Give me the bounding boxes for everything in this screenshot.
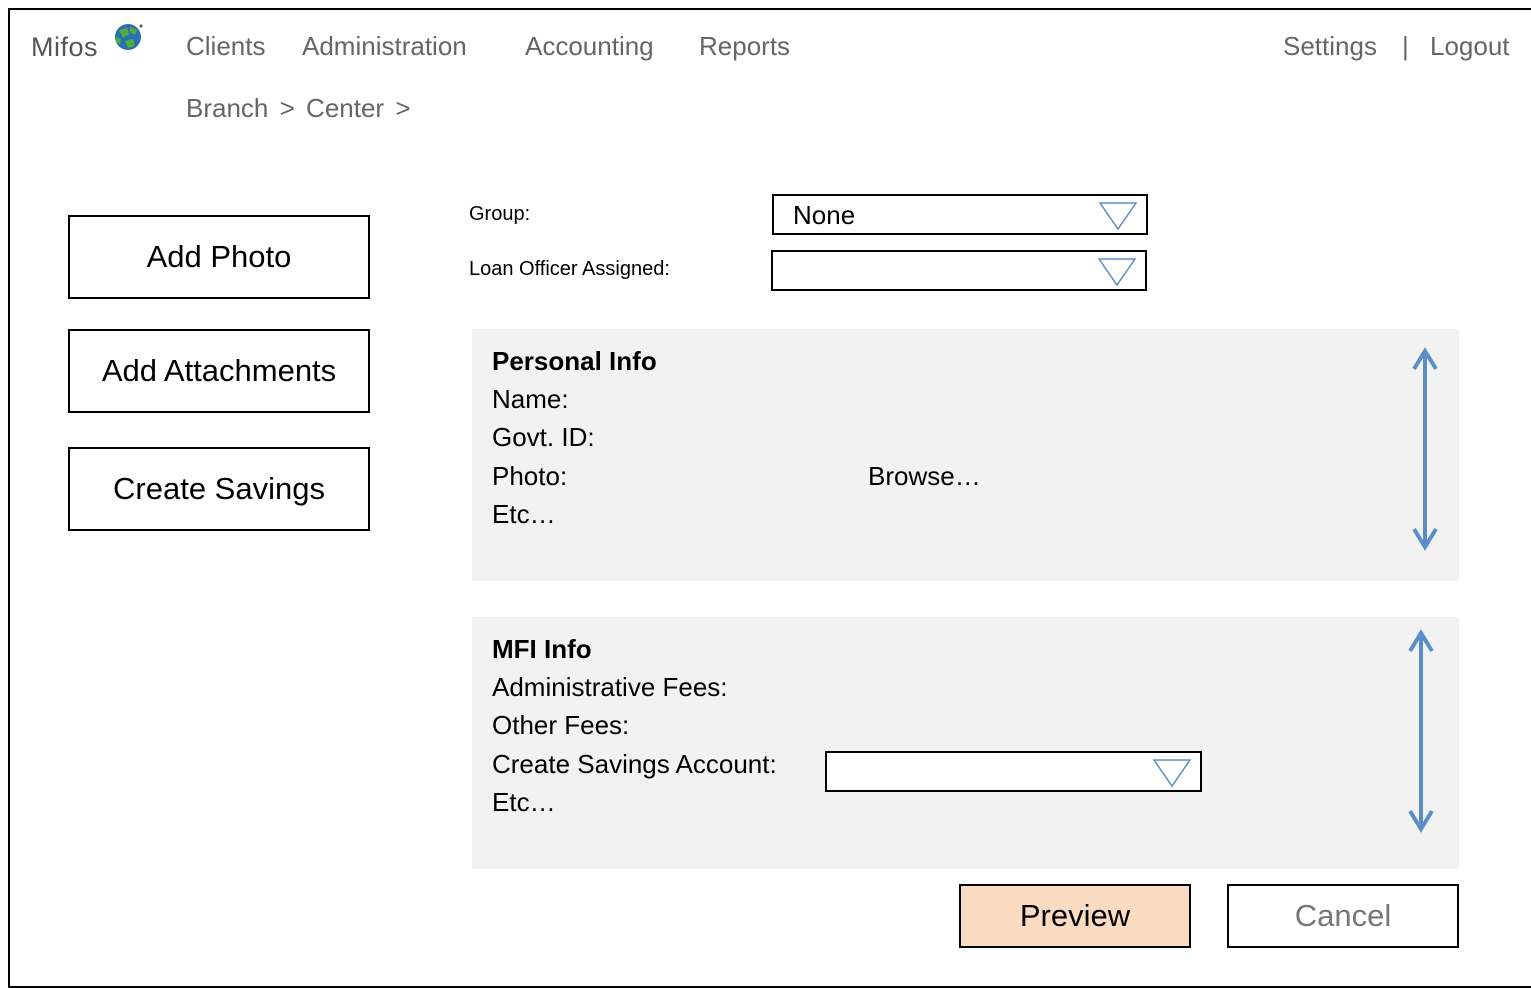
etc-label: Etc… [492, 499, 556, 529]
other-fees-label: Other Fees: [492, 710, 630, 740]
personal-info-panel: Personal Info Name: Govt. ID: Photo: Bro… [472, 329, 1459, 581]
name-label: Name: [492, 384, 569, 414]
preview-button[interactable]: Preview [959, 884, 1191, 948]
group-select[interactable]: None [772, 194, 1148, 235]
etc-label: Etc… [492, 787, 556, 817]
breadcrumb-branch[interactable]: Branch [186, 93, 268, 123]
nav-reports[interactable]: Reports [699, 31, 790, 62]
create-savings-button[interactable]: Create Savings [68, 447, 370, 531]
nav-separator: | [1402, 31, 1409, 61]
savings-account-select[interactable] [825, 751, 1202, 792]
nav-clients[interactable]: Clients [186, 31, 265, 62]
breadcrumb: Branch > Center > [186, 93, 415, 124]
double-arrow-vertical-icon[interactable] [1410, 347, 1440, 551]
mfi-info-heading: MFI Info [492, 634, 592, 664]
nav-administration[interactable]: Administration [302, 31, 467, 62]
nav-settings[interactable]: Settings [1283, 31, 1377, 62]
loan-officer-label: Loan Officer Assigned: [469, 258, 670, 280]
triangle-down-icon [1152, 759, 1192, 788]
admin-fees-label: Administrative Fees: [492, 672, 728, 702]
group-label: Group: [469, 203, 531, 225]
cancel-button[interactable]: Cancel [1227, 884, 1459, 948]
double-arrow-vertical-icon[interactable] [1406, 629, 1436, 833]
add-photo-button[interactable]: Add Photo [68, 215, 370, 299]
browse-button[interactable]: Browse… [868, 461, 981, 492]
breadcrumb-center[interactable]: Center [306, 93, 384, 123]
globe-logo-icon [115, 24, 143, 50]
loan-officer-select[interactable] [771, 250, 1147, 291]
nav-accounting[interactable]: Accounting [525, 31, 654, 62]
mfi-info-panel: MFI Info Administrative Fees: Other Fees… [472, 617, 1459, 869]
triangle-down-icon [1098, 202, 1138, 231]
nav-logout[interactable]: Logout [1430, 31, 1510, 62]
photo-label: Photo: [492, 461, 568, 491]
triangle-down-icon [1097, 258, 1137, 287]
add-attachments-button[interactable]: Add Attachments [68, 329, 370, 413]
personal-info-heading: Personal Info [492, 346, 657, 376]
breadcrumb-separator: > [395, 93, 411, 123]
breadcrumb-separator: > [279, 93, 295, 123]
savings-account-label: Create Savings Account: [492, 749, 777, 779]
logo-text: Mifos [31, 32, 99, 62]
group-select-value: None [793, 200, 856, 230]
govt-id-label: Govt. ID: [492, 422, 595, 452]
